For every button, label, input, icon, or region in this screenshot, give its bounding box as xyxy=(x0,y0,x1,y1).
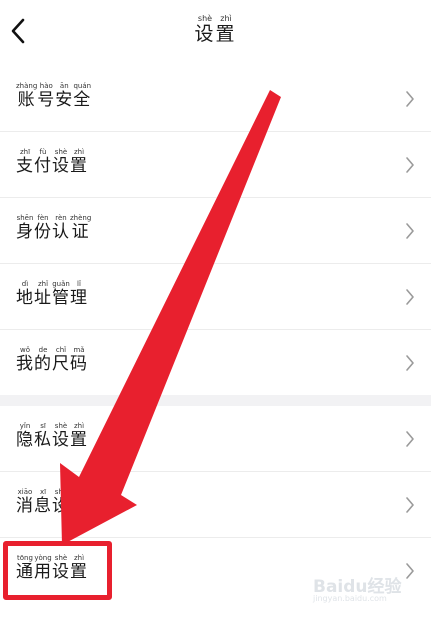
settings-row[interactable]: 通tōng用yòng设shè置zhì xyxy=(0,538,431,604)
page-title-text: 设shè置zhì xyxy=(194,14,237,45)
chevron-right-icon xyxy=(406,91,414,107)
chevron-right-icon xyxy=(406,157,414,173)
settings-row-label: 账zhàng号hào安ān全quán xyxy=(16,82,92,110)
settings-row-label: 支zhī付fù设shè置zhì xyxy=(16,148,88,176)
settings-row[interactable]: 支zhī付fù设shè置zhì xyxy=(0,132,431,198)
settings-group-secondary: 隐yǐn私sī设shè置zhì 消xiāo息xī设shè置zhì 通tōng用yòn… xyxy=(0,406,431,604)
settings-row[interactable]: 地dì址zhǐ管guǎn理lǐ xyxy=(0,264,431,330)
settings-row-label: 身shēn份fèn认rèn证zhèng xyxy=(16,214,92,242)
top-bar: 设shè置zhì xyxy=(0,0,431,66)
settings-group-primary: 账zhàng号hào安ān全quán 支zhī付fù设shè置zhì 身shēn份f… xyxy=(0,66,431,396)
settings-row-label: 我wǒ的de尺chǐ码mǎ xyxy=(16,346,88,374)
chevron-right-icon xyxy=(406,431,414,447)
chevron-right-icon xyxy=(406,355,414,371)
chevron-right-icon xyxy=(406,223,414,239)
settings-row[interactable]: 隐yǐn私sī设shè置zhì xyxy=(0,406,431,472)
settings-row-label: 地dì址zhǐ管guǎn理lǐ xyxy=(16,280,88,308)
settings-row[interactable]: 我wǒ的de尺chǐ码mǎ xyxy=(0,330,431,396)
section-divider xyxy=(0,395,431,406)
page-title: 设shè置zhì xyxy=(0,14,431,46)
settings-row[interactable]: 身shēn份fèn认rèn证zhèng xyxy=(0,198,431,264)
chevron-right-icon xyxy=(406,563,414,579)
settings-row-label: 通tōng用yòng设shè置zhì xyxy=(16,554,88,582)
settings-row[interactable]: 消xiāo息xī设shè置zhì xyxy=(0,472,431,538)
settings-row-label: 隐yǐn私sī设shè置zhì xyxy=(16,422,88,450)
chevron-right-icon xyxy=(406,497,414,513)
settings-row[interactable]: 账zhàng号hào安ān全quán xyxy=(0,66,431,132)
chevron-right-icon xyxy=(406,289,414,305)
settings-row-label: 消xiāo息xī设shè置zhì xyxy=(16,488,88,516)
